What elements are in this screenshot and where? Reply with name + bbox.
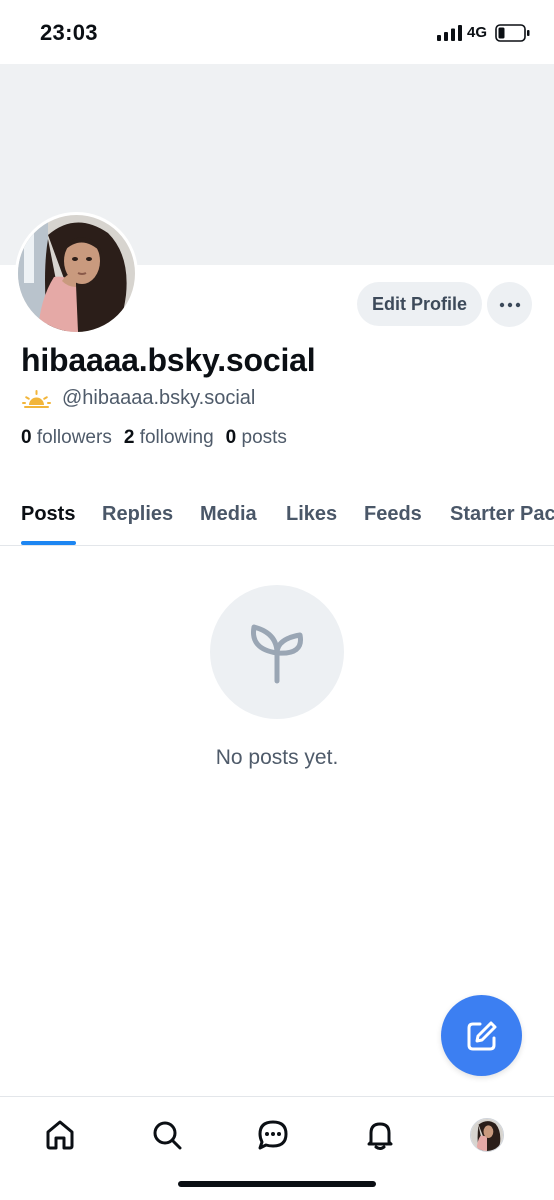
status-bar: 23:03 4G <box>0 0 554 64</box>
following-label: following <box>139 427 214 448</box>
status-time: 23:03 <box>40 20 98 45</box>
avatar-photo <box>18 215 135 332</box>
posts-stat: 0 posts <box>226 427 287 449</box>
nav-search[interactable] <box>147 1115 187 1155</box>
empty-state-illustration <box>210 585 344 719</box>
chat-icon <box>258 1120 288 1150</box>
followers-label: followers <box>36 427 112 448</box>
followers-count: 0 <box>21 427 32 448</box>
following-count: 2 <box>123 427 135 448</box>
tab-likes[interactable]: Likes <box>286 503 337 526</box>
tab-starter-packs[interactable]: Starter Pac <box>450 503 554 526</box>
active-tab-indicator <box>21 541 76 545</box>
posts-count: 0 <box>225 427 237 448</box>
edit-profile-button[interactable]: Edit Profile <box>357 282 482 326</box>
search-icon <box>153 1121 182 1150</box>
profile-stats: 0 followers 2 following 0 posts <box>21 427 299 449</box>
nav-chat[interactable] <box>253 1115 293 1155</box>
network-label: 4G <box>467 24 488 41</box>
home-icon <box>46 1120 74 1150</box>
posts-label: posts <box>241 427 287 448</box>
nav-notifications[interactable] <box>360 1115 400 1155</box>
tab-posts[interactable]: Posts <box>21 503 75 526</box>
sprout-icon <box>250 624 304 684</box>
tab-media[interactable]: Media <box>200 503 257 526</box>
compose-button[interactable] <box>441 995 522 1076</box>
profile-tabs: Posts Replies Media Likes Feeds Starter … <box>0 488 554 546</box>
bell-icon <box>367 1122 393 1150</box>
profile-avatar-small <box>470 1118 504 1152</box>
followers-stat[interactable]: 0 followers <box>21 427 112 449</box>
home-indicator <box>178 1181 376 1187</box>
profile-handle: @hibaaaa.bsky.social <box>62 387 256 409</box>
tab-feeds[interactable]: Feeds <box>364 503 422 526</box>
battery-icon <box>495 24 530 42</box>
signal-icon <box>437 25 462 41</box>
display-name: hibaaaa.bsky.social <box>21 342 316 378</box>
sunrise-icon <box>22 390 51 408</box>
following-stat[interactable]: 2 following <box>124 427 214 449</box>
compose-icon <box>467 1021 496 1050</box>
nav-profile[interactable] <box>467 1115 507 1155</box>
more-options-button[interactable] <box>487 282 532 327</box>
empty-state-text: No posts yet. <box>215 746 339 769</box>
tab-replies[interactable]: Replies <box>102 503 173 526</box>
nav-home[interactable] <box>40 1115 80 1155</box>
ellipsis-icon <box>499 302 520 307</box>
profile-avatar[interactable] <box>15 212 138 335</box>
profile-screen: 23:03 4G Edit Profile hibaaaa.bsky.socia… <box>0 0 554 1200</box>
